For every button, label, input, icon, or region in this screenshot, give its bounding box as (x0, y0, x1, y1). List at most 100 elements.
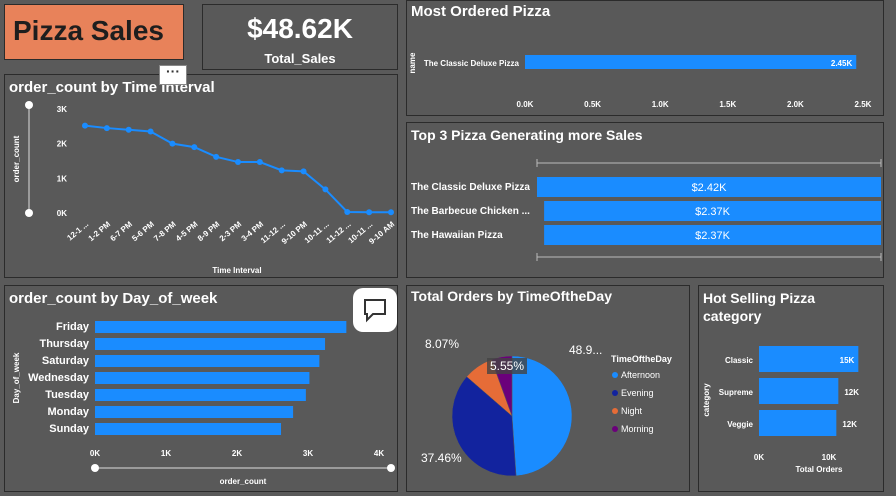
category-title-line2: category (703, 308, 762, 324)
category-data-label: 15K (840, 356, 855, 365)
pie-data-label-night: 8.07% (425, 337, 459, 351)
line-x-tick: 6-7 PM (108, 219, 134, 243)
line-x-tick: 1-2 PM (87, 219, 113, 243)
most-y-axis-label: name (408, 52, 417, 73)
dow-x-axis-label: order_count (220, 477, 267, 486)
pie-legend-marker (612, 426, 618, 432)
dow-category-label: Saturday (42, 355, 90, 367)
total-sales-value: $48.62K (247, 13, 353, 44)
category-y-axis-label: category (702, 383, 711, 417)
line-x-axis-label: Time Interval (212, 266, 261, 275)
line-y-tick: 2K (57, 140, 67, 149)
pie-legend-marker (612, 372, 618, 378)
pie-data-label-afternoon: 48.9... (569, 343, 602, 357)
top3-data-label: $2.42K (692, 182, 728, 194)
day-of-week-panel[interactable]: order_count by Day_of_week Friday Thursda… (4, 285, 398, 492)
line-y-tick: 1K (57, 174, 67, 183)
top3-panel[interactable]: Top 3 Pizza Generating more Sales The Cl… (406, 122, 884, 278)
top3-data-label: $2.37K (695, 206, 731, 218)
top3-category-label: The Barbecue Chicken ... (411, 206, 530, 217)
dow-bar (95, 389, 306, 401)
line-x-tick: 8-9 PM (196, 219, 222, 243)
pie-legend-title: TimeOftheDay (611, 354, 672, 364)
dow-x-tick: 3K (303, 449, 313, 458)
line-y-slider-bottom-handle (25, 209, 33, 217)
line-point (388, 209, 394, 216)
dow-bar (95, 338, 326, 350)
pie-data-label-evening: 37.46% (421, 451, 462, 465)
most-x-tick: 1.0K (652, 100, 669, 109)
pie-legend-label: Morning (621, 424, 654, 434)
line-point (125, 126, 132, 133)
time-of-day-panel[interactable]: Total Orders by TimeOftheDay 48.9... 37.4… (406, 285, 690, 492)
total-sales-card[interactable]: $48.62K Total_Sales (202, 4, 398, 70)
time-of-day-chart: 48.9... 37.46% 8.07% 5.55% TimeOftheDay After… (421, 337, 672, 477)
dow-category-label: Wednesday (28, 372, 90, 384)
dow-bar (95, 355, 320, 367)
most-x-tick: 0.0K (517, 100, 534, 109)
line-x-tick: 5-6 PM (130, 219, 156, 243)
top3-data-label: $2.37K (695, 230, 731, 242)
top3-category-label: The Hawaiian Pizza (411, 230, 503, 241)
line-point (322, 186, 329, 193)
top3-chart: The Classic Deluxe Pizza $2.42K The Barbec… (411, 159, 882, 261)
line-y-tick: 3K (57, 105, 67, 114)
line-y-axis-label: order_count (12, 135, 21, 182)
time-interval-panel[interactable]: order_count by Time Interval ··· 3K 2K 1K 0… (4, 64, 398, 278)
category-x-axis-label: Total Orders (796, 465, 844, 474)
category-bar (759, 378, 839, 404)
category-bar (759, 410, 837, 436)
pie-legend-marker (612, 408, 618, 414)
line-point (169, 140, 176, 147)
line-point (147, 128, 154, 135)
most-data-label: 2.45K (831, 59, 853, 68)
dow-bar (95, 321, 347, 333)
more-options-icon[interactable]: ··· (159, 64, 187, 85)
category-title-line1: Hot Selling Pizza (703, 290, 816, 306)
most-category-label: The Classic Deluxe Pizza (424, 59, 520, 68)
category-panel[interactable]: Hot Selling Pizza category category Class… (698, 285, 884, 492)
dow-category-label: Friday (56, 321, 90, 333)
dow-x-tick: 1K (161, 449, 171, 458)
total-sales-label: Total_Sales (264, 51, 336, 66)
dow-bar (95, 423, 282, 435)
line-point (82, 122, 88, 129)
category-x-tick: 0K (754, 453, 764, 462)
dow-bar (95, 406, 294, 418)
line-point (235, 159, 241, 166)
line-series (84, 124, 391, 214)
most-ordered-panel[interactable]: Most Ordered Pizza name The Classic Delux… (406, 0, 884, 116)
dow-x-tick: 2K (232, 449, 242, 458)
line-point (213, 153, 220, 160)
most-bar (525, 55, 857, 69)
category-label: Supreme (719, 388, 754, 397)
category-label: Classic (725, 356, 754, 365)
line-y-slider-top-handle (25, 101, 33, 109)
most-x-tick: 2.0K (787, 100, 804, 109)
line-x-tick: 12-1 ... (65, 220, 90, 243)
dow-x-slider-right-handle (387, 464, 395, 472)
line-point (366, 209, 373, 216)
dashboard-title-card: Pizza Sales (4, 4, 184, 60)
category-data-label: 12K (844, 388, 859, 397)
dow-category-label: Monday (47, 406, 89, 418)
dow-category-label: Sunday (49, 423, 90, 435)
line-point (191, 144, 198, 151)
day-of-week-chart: Friday Thursday Saturday Wednesday Tuesday Mo… (12, 321, 395, 486)
line-point (344, 208, 351, 215)
line-point (278, 167, 285, 174)
most-ordered-title: Most Ordered Pizza (411, 3, 551, 20)
time-of-day-title: Total Orders by TimeOftheDay (411, 288, 612, 304)
category-chart: category Classic 15K Supreme 12K Veggie 12K 0K 1… (702, 346, 859, 474)
most-ordered-chart: name The Classic Deluxe Pizza 2.45K 0.0K 0.5… (408, 52, 872, 109)
pie-legend-label: Evening (621, 388, 654, 398)
category-x-tick: 10K (822, 453, 837, 462)
pie-data-label-morning: 5.55% (490, 359, 524, 373)
pie-legend-marker (612, 390, 618, 396)
line-y-tick: 0K (57, 209, 67, 218)
dow-y-axis-label: Day_of_week (12, 352, 21, 403)
top3-title: Top 3 Pizza Generating more Sales (411, 127, 643, 143)
dashboard-title: Pizza Sales (13, 15, 164, 46)
most-x-tick: 0.5K (584, 100, 601, 109)
dow-category-label: Thursday (39, 338, 89, 350)
